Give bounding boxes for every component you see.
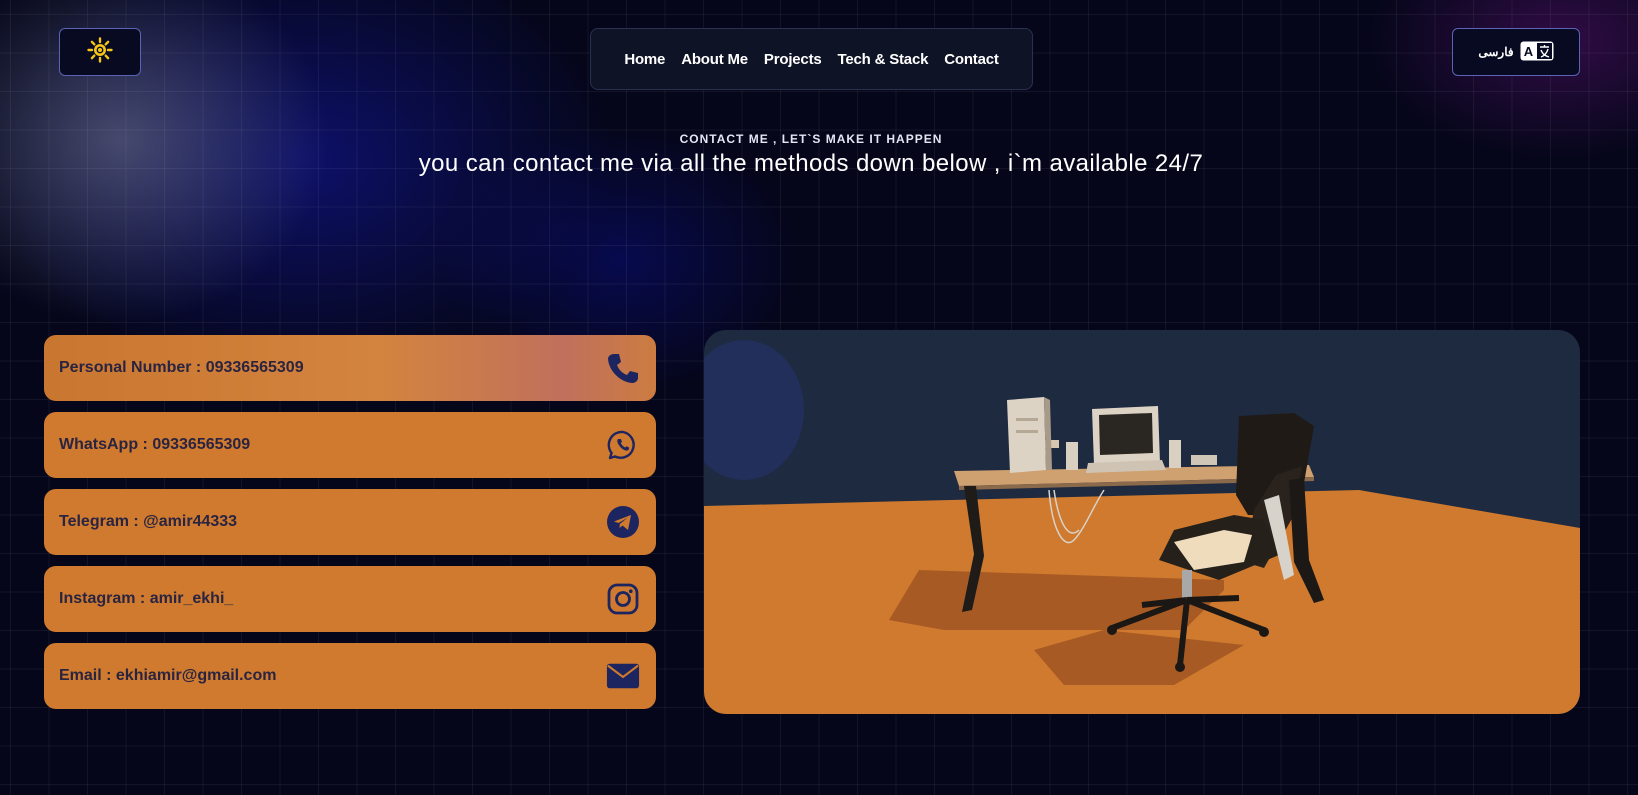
contact-card-email[interactable]: Email : ekhiamir@gmail.com — [44, 643, 656, 709]
contact-label: Telegram : @amir44333 — [59, 513, 238, 530]
mail-icon — [606, 659, 640, 693]
sun-icon — [87, 36, 113, 68]
desk-chair-3d-scene — [704, 330, 1580, 714]
nav-projects[interactable]: Projects — [764, 51, 822, 68]
contact-label: WhatsApp : 09336565309 — [59, 436, 251, 453]
contact-card-instagram[interactable]: Instagram : amir_ekhi_ — [44, 566, 656, 632]
theme-toggle-button[interactable] — [59, 28, 141, 76]
contact-label: Instagram : amir_ekhi_ — [59, 590, 234, 607]
language-label: فارسی — [1478, 45, 1514, 59]
contact-header: CONTACT ME , LET`S MAKE IT HAPPEN you ca… — [0, 132, 1622, 178]
language-toggle-button[interactable]: فارسی A — [1452, 28, 1580, 76]
phone-icon — [606, 351, 640, 385]
contact-label: Email : ekhiamir@gmail.com — [59, 667, 277, 684]
nav-about-me[interactable]: About Me — [681, 51, 748, 68]
section-eyebrow: CONTACT ME , LET`S MAKE IT HAPPEN — [679, 132, 943, 146]
svg-text:A: A — [1523, 44, 1533, 59]
nav-home[interactable]: Home — [624, 51, 665, 68]
contact-card-telegram[interactable]: Telegram : @amir44333 — [44, 489, 656, 555]
whatsapp-icon — [606, 428, 640, 462]
contact-card-whatsapp[interactable]: WhatsApp : 09336565309 — [44, 412, 656, 478]
instagram-icon — [606, 582, 640, 616]
translate-icon: A — [1520, 41, 1554, 64]
telegram-icon — [606, 505, 640, 539]
section-headline: you can contact me via all the methods d… — [418, 150, 1204, 177]
nav-contact[interactable]: Contact — [944, 51, 999, 68]
nav-tech-stack[interactable]: Tech & Stack — [838, 51, 929, 68]
contact-label: Personal Number : 09336565309 — [59, 359, 304, 376]
contact-list: Personal Number : 09336565309 WhatsApp :… — [44, 335, 656, 720]
main-nav: Home About Me Projects Tech & Stack Cont… — [590, 28, 1033, 90]
contact-card-phone[interactable]: Personal Number : 09336565309 — [44, 335, 656, 401]
